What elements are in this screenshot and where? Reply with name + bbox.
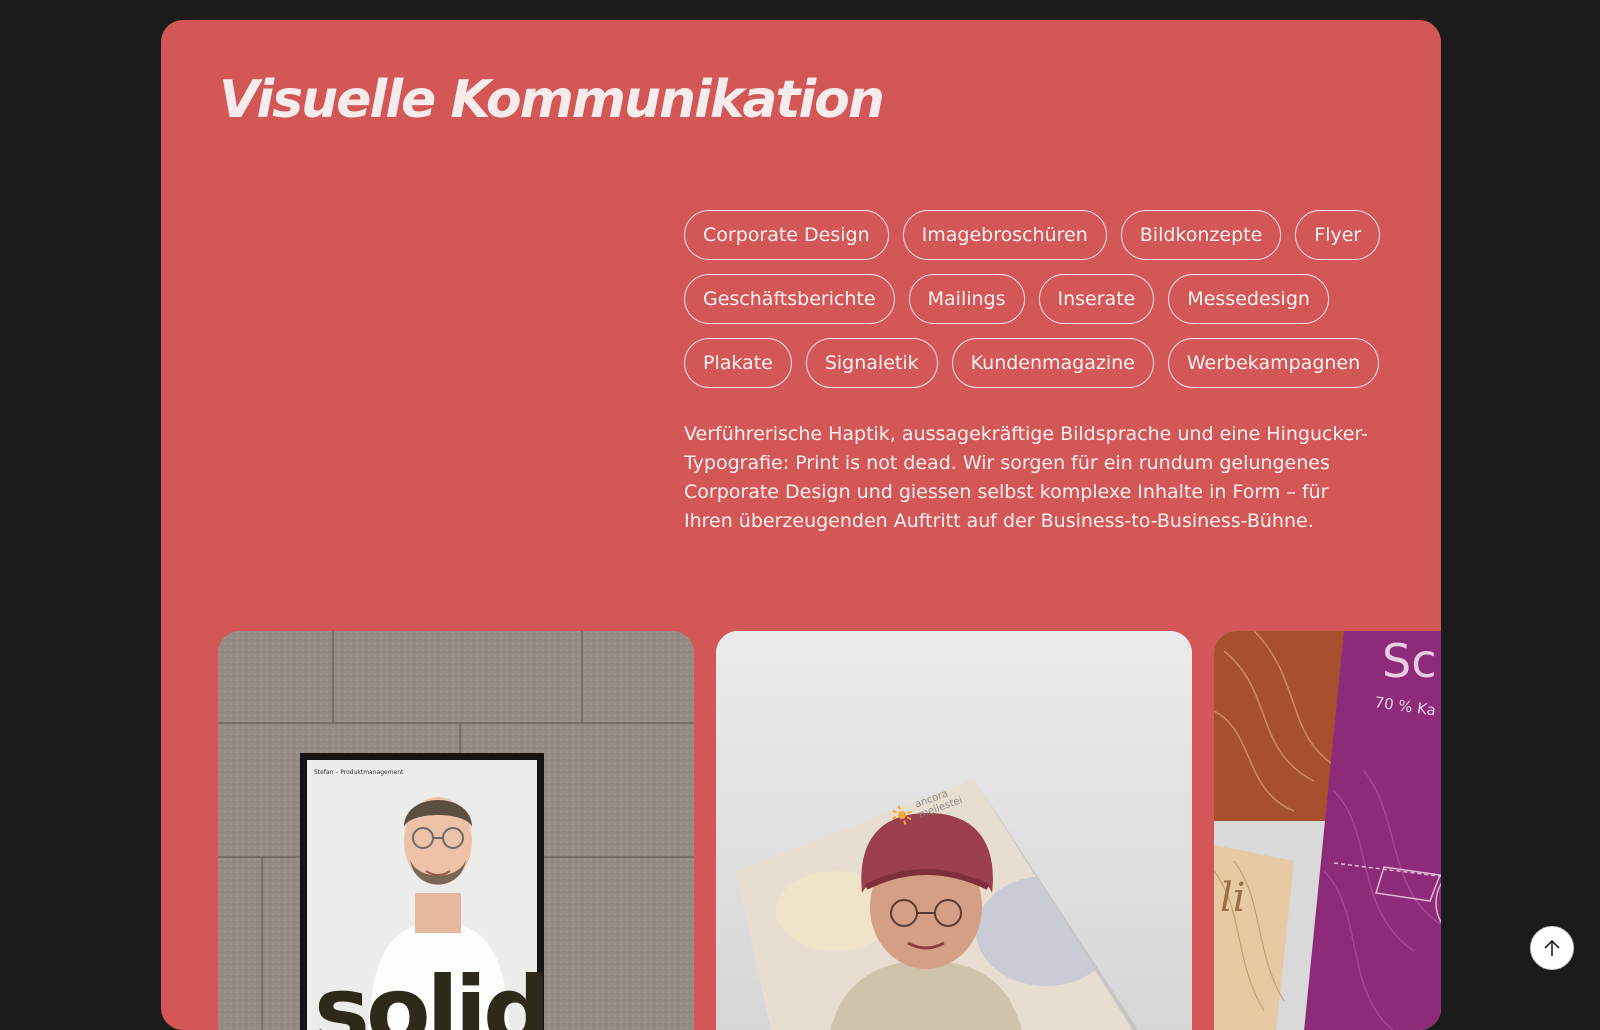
packaging-label: Sc — [1382, 634, 1437, 688]
tag-kundenmagazine[interactable]: Kundenmagazine — [951, 338, 1154, 388]
section-title: Visuelle Kommunikation — [219, 70, 885, 130]
poster-image: Stefan – Produktmanagement solid — [218, 631, 694, 1030]
packaging-side-text: li — [1220, 875, 1246, 921]
tag-geschaeftsberichte[interactable]: Geschäftsberichte — [684, 274, 895, 324]
packaging-image: li Sc 70 % Ka SA — [1214, 631, 1441, 1030]
tag-flyer[interactable]: Flyer — [1295, 210, 1381, 260]
tag-imagebroschueren[interactable]: Imagebroschüren — [902, 210, 1107, 260]
tag-inserate[interactable]: Inserate — [1038, 274, 1155, 324]
tag-messedesign[interactable]: Messedesign — [1168, 274, 1329, 324]
arrow-up-icon — [1544, 939, 1560, 956]
scroll-to-top-button[interactable] — [1530, 926, 1574, 970]
brochure-image: ancora meilestei — [716, 631, 1192, 1030]
poster-caption: Stefan – Produktmanagement — [314, 769, 404, 776]
project-card-brochure[interactable]: ancora meilestei — [716, 631, 1192, 1030]
poster-headline: solid — [314, 957, 546, 1030]
tag-bildkonzepte[interactable]: Bildkonzepte — [1120, 210, 1282, 260]
tag-signaletik[interactable]: Signaletik — [805, 338, 938, 388]
project-card-poster[interactable]: Stefan – Produktmanagement solid — [218, 631, 694, 1030]
tag-werbekampagnen[interactable]: Werbekampagnen — [1167, 338, 1380, 388]
tag-mailings[interactable]: Mailings — [908, 274, 1025, 324]
section-description: Verführerische Haptik, aussagekräftige B… — [684, 423, 1368, 532]
tag-corporate-design[interactable]: Corporate Design — [684, 210, 889, 260]
tag-plakate[interactable]: Plakate — [684, 338, 792, 388]
project-card-packaging[interactable]: li Sc 70 % Ka SA — [1214, 631, 1441, 1030]
tag-list: Corporate Design Imagebroschüren Bildkon… — [684, 210, 1404, 388]
section-panel: Visuelle Kommunikation Corporate Design … — [161, 20, 1441, 1030]
